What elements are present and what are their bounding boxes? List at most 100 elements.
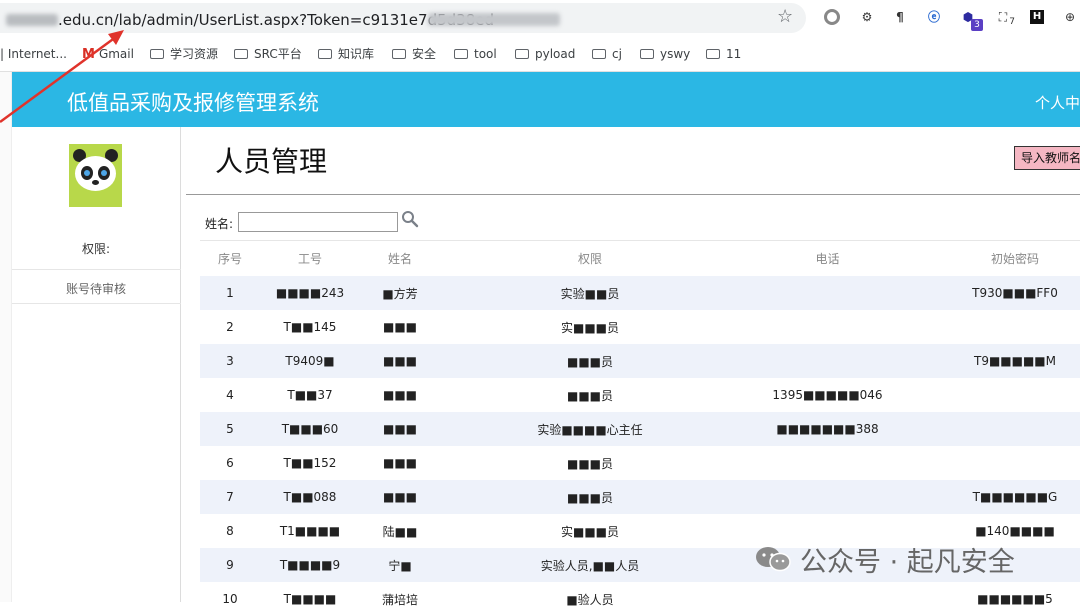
table-cell: 1 [226,286,234,300]
vpn-icon[interactable]: ⊕ [1060,7,1080,27]
column-header: 电话 [815,252,840,266]
bookmark-folder[interactable]: 学习资源 [150,45,218,63]
folder-icon [318,49,332,59]
table-cell: ■■■ [382,490,417,504]
personal-center-link[interactable]: 个人中 [1035,92,1080,113]
table-cell: ■■■员 [566,490,613,505]
h-extension-icon[interactable]: H [1030,10,1044,24]
table-cell: T1■■■■ [279,524,341,538]
capture-icon[interactable]: ⛶ 7 [993,7,1015,27]
divider [186,194,1080,195]
column-header: 姓名 [387,252,412,266]
folder-icon [515,49,529,59]
bookmark-gmail[interactable]: M Gmail [82,45,134,63]
pilcrow-icon[interactable]: ¶ [890,7,910,27]
table-cell [915,446,1080,480]
folder-icon [592,49,606,59]
bookmark-folder[interactable]: 知识库 [318,45,374,63]
folder-icon [234,49,248,59]
table-row[interactable]: 10 T■■■■ 蒲培培 ■验人员 ■■■■■■5 [200,582,1080,616]
name-search-input[interactable] [238,212,398,232]
table-cell: T■■■■■■G [972,490,1058,504]
bookmark-folder[interactable]: SRC平台 [234,45,302,63]
table-cell: ■■■■■■■388 [776,422,879,436]
table-cell: ■■■员 [566,388,613,403]
table-cell: T930■■■FF0 [972,286,1058,300]
table-cell: T9■■■■■M [973,354,1056,368]
table-row[interactable]: 7 T■■088 ■■■ ■■■员 T■■■■■■G [200,480,1080,514]
app-header: 低值品采购及报修管理系统 个人中 [12,72,1080,127]
divider [12,303,181,304]
hexagon-icon[interactable]: ⬢ 3 [958,7,983,31]
page-title: 人员管理 [215,145,328,178]
table-cell: ■■■■■■5 [977,592,1053,606]
import-teachers-button[interactable]: 导入教师名 [1014,146,1080,170]
url-field[interactable]: .edu.cn/lab/admin/UserList.aspx?Token=c9… [0,3,806,33]
bookmark-folder[interactable]: pyload [515,45,575,63]
table-row[interactable]: 5 T■■■60 ■■■ 实验■■■■心主任 ■■■■■■■388 [200,412,1080,446]
record-icon[interactable] [822,7,842,27]
folder-icon [150,49,164,59]
table-cell: 7 [226,490,234,504]
url-redacted-suffix [428,13,560,26]
url-redacted-prefix [6,14,58,26]
table-cell: ■■■ [382,320,417,334]
table-cell: T■■152 [283,456,337,470]
extension-gear-icon[interactable]: ⚙ [857,7,877,27]
table-cell: 陆■■ [382,524,418,539]
table-row[interactable]: 3 T9409■ ■■■ ■■■员 T9■■■■■M [200,344,1080,378]
folder-icon [640,49,654,59]
bookmark-star-icon[interactable]: ☆ [777,6,793,27]
bookmark-folder[interactable]: tool [454,45,497,63]
sidebar: 权限: 账号待审核 [12,127,181,602]
table-row[interactable]: 6 T■■152 ■■■ ■■■员 [200,446,1080,480]
table-cell: 1395■■■■■046 [772,388,883,402]
table-cell: 2 [226,320,234,334]
table-cell: 6 [226,456,234,470]
table-header: 序号 工号 姓名 权限 电话 初始密码 [200,241,1080,276]
bookmarks-bar: | Internet... M Gmail 学习资源 SRC平台 知识库 安全 t… [0,36,1080,72]
search-icon[interactable] [401,210,419,228]
table-cell: T■■145 [283,320,337,334]
table-cell: T■■088 [283,490,337,504]
table-cell: ■■■ [382,354,417,368]
sidebar-item-account-review[interactable]: 账号待审核 [12,280,180,297]
table-cell: ■■■ [382,456,417,470]
app-title: 低值品采购及报修管理系统 [67,91,319,115]
table-row[interactable]: 1 ■■■■243 ■方芳 实验■■员 T930■■■FF0 [200,276,1080,310]
table-cell: 9 [226,558,234,572]
table-cell: ■方芳 [382,286,418,301]
table-cell [915,412,1080,446]
panda-icon [75,156,116,191]
table-cell [740,344,915,378]
permission-label: 权限: [81,242,111,256]
table-row[interactable]: 2 T■■145 ■■■ 实■■■员 [200,310,1080,344]
table-cell [740,276,915,310]
gmail-icon: M [82,47,95,62]
table-cell: 4 [226,388,234,402]
table-cell: 实■■■员 [560,320,619,335]
table-cell: ■■■■243 [275,286,345,300]
bookmark-internet[interactable]: | Internet... [0,45,67,63]
table-cell: ■验人员 [566,592,614,607]
table-cell: T■■■■ [283,592,337,606]
e-logo-icon[interactable]: ⓔ [924,7,944,27]
table-cell [915,378,1080,412]
divider [12,269,181,270]
watermark-text: 公众号 · 起凡安全 [800,547,1015,578]
bookmark-folder[interactable]: 11 [706,45,741,63]
table-row[interactable]: 4 T■■37 ■■■ ■■■员 1395■■■■■046 [200,378,1080,412]
table-cell: 实验■■■■心主任 [537,422,643,437]
column-header: 初始密码 [990,252,1039,266]
column-header: 工号 [297,252,322,266]
bookmark-folder[interactable]: yswy [640,45,690,63]
column-header: 权限 [577,252,602,266]
folder-icon [392,49,406,59]
bookmark-folder[interactable]: cj [592,45,622,63]
left-edge [0,72,12,602]
browser-toolbar: .edu.cn/lab/admin/UserList.aspx?Token=c9… [0,0,1080,36]
table-cell: 宁■ [388,558,412,573]
bookmark-folder[interactable]: 安全 [392,45,436,63]
table-cell: 3 [226,354,234,368]
table-cell [740,480,915,514]
